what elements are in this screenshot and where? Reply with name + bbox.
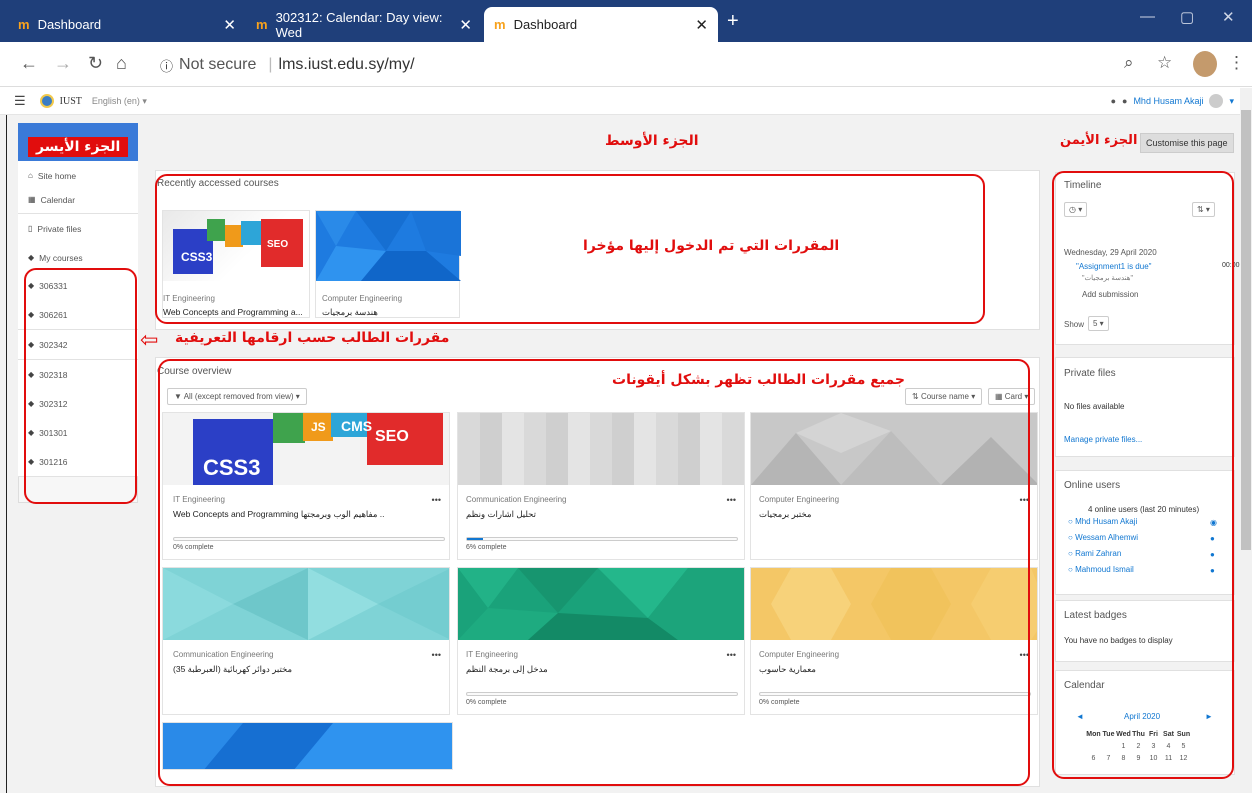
zoom-icon[interactable]: ⌕ xyxy=(1124,53,1134,73)
tab-title: Dashboard xyxy=(513,17,578,32)
annotation-courses-text: مقررات الطالب حسب ارقامها التعريفية xyxy=(175,330,450,346)
url-text: lms.iust.edu.sy/my/ xyxy=(278,56,415,73)
user-name[interactable]: Mhd Husam Akaji xyxy=(1133,96,1203,106)
close-icon[interactable]: ✕ xyxy=(223,16,236,34)
annotation-left-label: الجزء الأيسر xyxy=(28,137,129,157)
new-tab-icon[interactable]: + xyxy=(727,10,739,33)
browser-tab-calendar[interactable]: m 302312: Calendar: Day view: Wed ✕ xyxy=(246,7,482,42)
customise-page-button[interactable]: Customise this page xyxy=(1140,133,1234,153)
hamburger-icon[interactable]: ☰ xyxy=(14,93,26,109)
browser-tab-dashboard-active[interactable]: m Dashboard ✕ xyxy=(484,7,718,42)
profile-avatar[interactable] xyxy=(1193,51,1217,77)
user-menu[interactable]: ● ● Mhd Husam Akaji ▾ xyxy=(1111,94,1234,108)
scrollbar-thumb[interactable] xyxy=(1241,110,1251,550)
annotation-middle-label: الجزء الأوسط xyxy=(605,133,699,149)
tab-title: Dashboard xyxy=(37,17,102,32)
chevron-down-icon[interactable]: ▾ xyxy=(1229,96,1234,107)
divider: | xyxy=(268,56,273,73)
maximize-icon[interactable]: ▢ xyxy=(1180,8,1194,26)
annotation-arrow-icon: ⇦ xyxy=(140,327,159,352)
moodle-icon: m xyxy=(494,17,506,32)
divider xyxy=(6,115,7,793)
drawer-item-label: Calendar xyxy=(40,194,76,205)
menu-icon[interactable]: ⋮ xyxy=(1228,53,1245,73)
bell-icon[interactable]: ● xyxy=(1111,96,1116,106)
forward-icon[interactable]: → xyxy=(54,53,72,74)
url-field[interactable]: ⓘ Not secure | lms.iust.edu.sy/my/ xyxy=(148,50,1228,80)
star-icon[interactable]: ☆ xyxy=(1157,53,1172,73)
home-icon[interactable]: ⌂ xyxy=(116,53,127,74)
chat-icon[interactable]: ● xyxy=(1122,96,1127,106)
site-name[interactable]: IUST xyxy=(60,96,82,107)
language-menu[interactable]: English (en) ▾ xyxy=(92,96,147,107)
drawer-item-private-files[interactable]: ▯ Private files xyxy=(18,214,138,244)
reload-icon[interactable]: ↻ xyxy=(88,53,103,74)
close-icon[interactable]: ✕ xyxy=(695,16,708,34)
info-icon: ⓘ xyxy=(160,58,174,74)
security-label: Not secure xyxy=(179,56,257,73)
home-icon: ⌂ xyxy=(28,171,33,180)
file-icon: ▯ xyxy=(28,224,33,233)
graduation-cap-icon: ◆ xyxy=(28,253,35,262)
annotation-right-box xyxy=(1052,171,1234,779)
drawer-item-label: Site home xyxy=(37,170,77,181)
site-logo[interactable] xyxy=(39,94,54,108)
moodle-navbar: ☰ IUST English (en) ▾ ● ● Mhd Husam Akaj… xyxy=(0,88,1240,115)
browser-tab-dashboard[interactable]: m Dashboard ✕ xyxy=(8,7,246,42)
calendar-icon: ▦ xyxy=(28,195,36,204)
annotation-right-label: الجزء الأيمن xyxy=(1060,133,1138,148)
annotation-recent-box xyxy=(155,174,985,324)
annotation-recent-text: المقررات التي تم الدخول إليها مؤخرا xyxy=(583,238,840,254)
close-window-icon[interactable]: ✕ xyxy=(1222,8,1235,26)
annotation-overview-box xyxy=(158,359,1030,786)
close-icon[interactable]: ✕ xyxy=(459,16,472,34)
tab-title: 302312: Calendar: Day view: Wed xyxy=(275,9,443,40)
moodle-icon: m xyxy=(256,17,268,32)
drawer-item-label: Private files xyxy=(37,223,82,234)
back-icon[interactable]: ← xyxy=(20,53,38,74)
annotation-courses-box xyxy=(24,268,137,504)
moodle-icon: m xyxy=(18,17,30,32)
drawer-item-label: My courses xyxy=(39,252,83,263)
avatar[interactable] xyxy=(1209,94,1224,108)
drawer-item-calendar[interactable]: ▦ Calendar xyxy=(18,186,138,214)
annotation-overview-text: جميع مقررات الطالب تظهر بشكل أيقونات xyxy=(612,372,906,388)
minimize-icon[interactable]: — xyxy=(1140,8,1155,25)
